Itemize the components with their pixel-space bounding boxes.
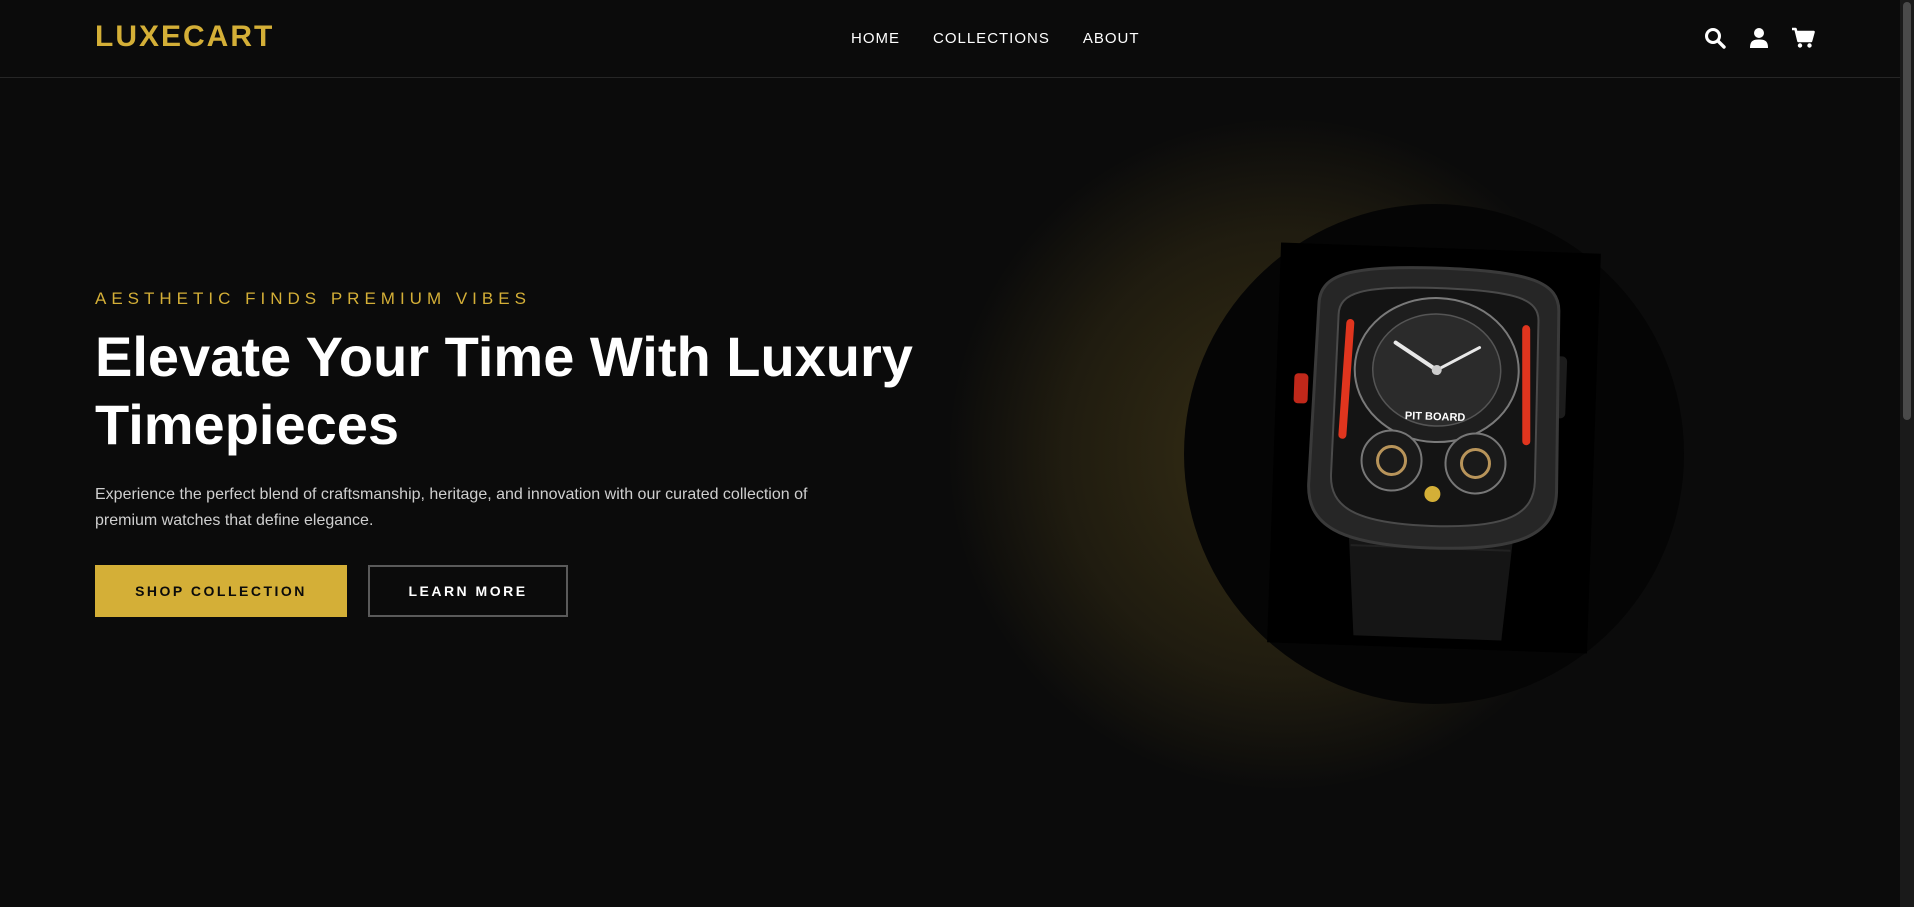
hero-description: Experience the perfect blend of craftsma… (95, 486, 808, 529)
header-icons (1703, 26, 1815, 50)
nav-item-collections[interactable]: COLLECTIONS (933, 30, 1050, 47)
search-icon[interactable] (1703, 26, 1727, 50)
shop-collection-button[interactable]: SHOP COLLECTION (95, 565, 347, 617)
scrollbar-thumb[interactable] (1903, 2, 1911, 420)
page-scrollbar[interactable] (1900, 0, 1914, 907)
dial-text: PIT BOARD (1405, 410, 1466, 424)
hero-watch-image: PIT BOARD (1267, 242, 1601, 654)
hero-eyebrow: AESTHETIC FINDS PREMIUM VIBES (95, 289, 531, 308)
main-nav: HOME COLLECTIONS ABOUT (851, 30, 1140, 47)
learn-more-button[interactable]: LEARN MORE (368, 565, 568, 617)
page: LUXECART HOME COLLECTIONS ABOUT AESTHETI… (0, 0, 1914, 907)
site-header: LUXECART HOME COLLECTIONS ABOUT (0, 0, 1900, 78)
cart-icon[interactable] (1791, 26, 1815, 50)
nav-item-about[interactable]: ABOUT (1083, 30, 1140, 47)
hero-headline: Elevate Your Time With Luxury Timepieces (95, 325, 913, 456)
brand-logo[interactable]: LUXECART (95, 20, 274, 54)
user-icon[interactable] (1747, 26, 1771, 50)
nav-item-home[interactable]: HOME (851, 30, 900, 47)
